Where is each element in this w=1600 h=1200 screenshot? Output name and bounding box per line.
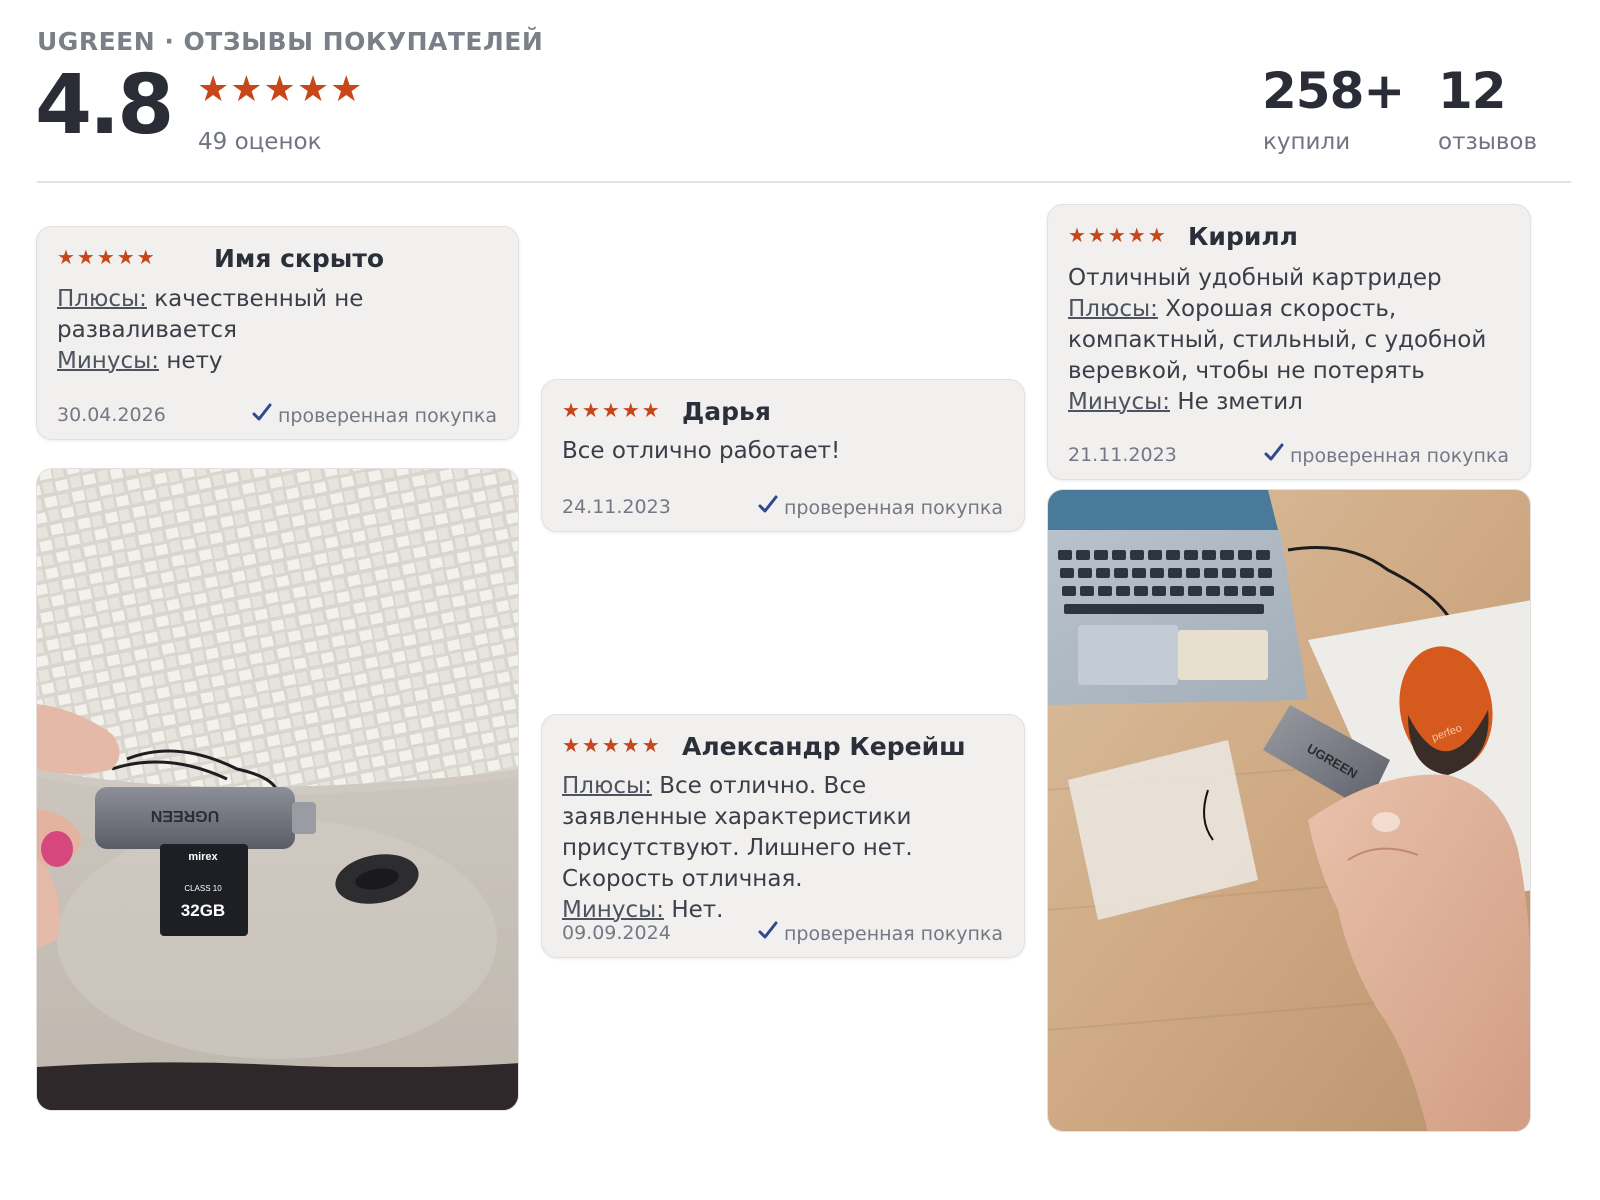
pros-label: Плюсы:	[57, 286, 147, 312]
card-reader-photo: UGREEN mirex CLASS 10 32GB	[37, 469, 518, 1110]
page-kicker: UGREEN · ОТЗЫВЫ ПОКУПАТЕЛЕЙ	[37, 27, 544, 56]
checkmark-icon	[758, 921, 778, 939]
review-card: ★★★★★ Александр Керейш Плюсы: Все отличн…	[541, 714, 1025, 958]
header-divider	[37, 181, 1571, 183]
verified-label: проверенная покупка	[277, 405, 497, 427]
review-author: Александр Керейш	[682, 732, 966, 761]
reader-brand: UGREEN	[151, 807, 219, 824]
verified-label: проверенная покупка	[1289, 445, 1509, 467]
cons-text: Не зметил	[1177, 389, 1303, 415]
review-stars: ★★★★★	[562, 733, 662, 757]
review-stars: ★★★★★	[1068, 223, 1168, 247]
review-body: Плюсы: качественный не разваливается Мин…	[57, 284, 498, 377]
checkmark-icon	[758, 495, 778, 513]
review-card: ★★★★★ Дарья Все отлично работает! 24.11.…	[541, 379, 1025, 532]
review-text: Отличный удобный картридер	[1068, 265, 1442, 291]
cons-text: нету	[166, 348, 223, 374]
pros-label: Плюсы:	[562, 773, 652, 799]
review-author: Имя скрыто	[214, 244, 385, 273]
bought-label: купили	[1263, 129, 1351, 155]
review-body: Плюсы: Все отлично. Все заявленные харак…	[562, 771, 1004, 926]
cons-label: Минусы:	[1068, 389, 1170, 415]
verified-badge: проверенная покупка	[252, 403, 497, 427]
sd-brand: mirex	[188, 851, 218, 863]
reviews-count: 12	[1438, 62, 1507, 120]
review-date: 24.11.2023	[562, 496, 671, 518]
verified-badge: проверенная покупка	[758, 495, 1003, 519]
rating-stars: ★★★★★	[197, 69, 364, 110]
review-photo[interactable]: UGREEN mirex CLASS 10 32GB	[36, 468, 519, 1111]
review-body: Отличный удобный картридер Плюсы: Хороша…	[1068, 263, 1510, 418]
review-card: ★★★★★ Имя скрыто Плюсы: качественный не …	[36, 226, 519, 440]
pros-label: Плюсы:	[1068, 296, 1158, 322]
review-author: Дарья	[682, 397, 771, 426]
sd-class: CLASS 10	[184, 884, 222, 893]
reviews-label: отзывов	[1438, 129, 1538, 155]
checkmark-icon	[252, 403, 272, 421]
review-stars: ★★★★★	[562, 398, 662, 422]
review-photo[interactable]: perfeo UGREEN	[1047, 489, 1531, 1132]
review-text: Все отлично работает!	[562, 438, 841, 464]
verified-badge: проверенная покупка	[1264, 443, 1509, 467]
sd-capacity: 32GB	[181, 901, 225, 920]
average-rating: 4.8	[35, 58, 174, 153]
checkmark-icon	[1264, 443, 1284, 461]
review-card: ★★★★★ Кирилл Отличный удобный картридер …	[1047, 204, 1531, 480]
cons-text: Нет.	[671, 897, 724, 923]
review-stars: ★★★★★	[57, 245, 157, 269]
ratings-count: 49 оценок	[198, 129, 322, 155]
review-author: Кирилл	[1188, 222, 1298, 251]
laptop-reader-photo: perfeo UGREEN	[1048, 490, 1530, 1131]
review-date: 21.11.2023	[1068, 444, 1177, 466]
verified-badge: проверенная покупка	[758, 921, 1003, 945]
review-date: 09.09.2024	[562, 922, 671, 944]
verified-label: проверенная покупка	[783, 923, 1003, 945]
bought-count: 258+	[1262, 62, 1405, 120]
cons-label: Минусы:	[57, 348, 159, 374]
review-date: 30.04.2026	[57, 404, 166, 426]
verified-label: проверенная покупка	[783, 497, 1003, 519]
cons-label: Минусы:	[562, 897, 664, 923]
